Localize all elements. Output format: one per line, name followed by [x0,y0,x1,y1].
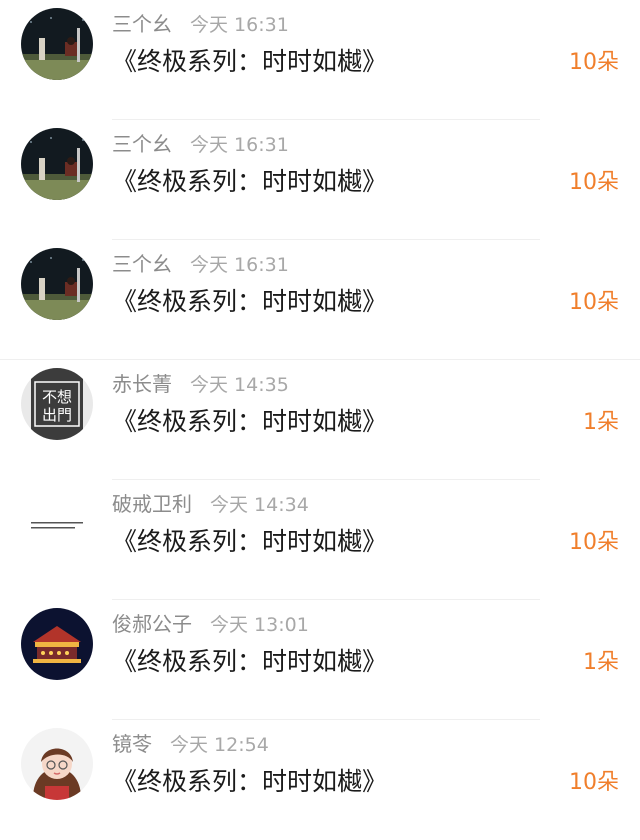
gift-count: 10朵 [569,770,619,795]
message-text: 《终极系列：时时如樾》 [112,407,388,436]
tiny-text-avatar-icon [21,488,93,560]
row-meta: 三个幺 今天 16:31 [112,248,289,280]
gift-count: 10朵 [569,290,619,315]
row-meta: 镜苓 今天 12:54 [112,728,269,760]
list-item[interactable]: 三个幺 今天 16:31 《终极系列：时时如樾》 10朵 [0,240,640,360]
avatar[interactable] [21,728,93,800]
night-field-scene-icon [21,128,93,200]
avatar[interactable]: 不想 出門 [21,368,93,440]
avatar[interactable] [21,248,93,320]
avatar[interactable] [21,488,93,560]
message-text: 《终极系列：时时如樾》 [112,527,388,556]
list-item[interactable]: 三个幺 今天 16:31 《终极系列：时时如樾》 10朵 [0,120,640,240]
avatar-text-line-1: 不想 [42,388,72,406]
user-name[interactable]: 三个幺 [112,132,172,156]
user-name[interactable]: 镜苓 [112,732,152,756]
user-name[interactable]: 三个幺 [112,12,172,36]
message-text: 《终极系列：时时如樾》 [112,167,388,196]
timestamp: 今天 12:54 [170,734,269,756]
timestamp: 今天 16:31 [190,254,289,276]
user-name[interactable]: 俊郝公子 [112,612,192,636]
list-item[interactable]: 三个幺 今天 16:31 《终极系列：时时如樾》 10朵 [0,0,640,120]
avatar[interactable] [21,8,93,80]
row-meta: 赤长菁 今天 14:35 [112,368,289,400]
user-name[interactable]: 破戒卫利 [112,492,192,516]
calligraphy-avatar-icon: 不想 出門 [21,368,93,440]
row-meta: 三个幺 今天 16:31 [112,8,289,40]
gift-count: 1朵 [583,410,619,435]
gift-record-list: 三个幺 今天 16:31 《终极系列：时时如樾》 10朵 三个幺 今天 16:31 [0,0,640,821]
user-name[interactable]: 赤长菁 [112,372,172,396]
list-item[interactable]: 镜苓 今天 12:54 《终极系列：时时如樾》 10朵 [0,720,640,840]
girl-portrait-avatar-icon [21,728,93,800]
list-item[interactable]: 不想 出門 赤长菁 今天 14:35 《终极系列：时时如樾》 1朵 [0,360,640,480]
row-meta: 三个幺 今天 16:31 [112,128,289,160]
message-text: 《终极系列：时时如樾》 [112,647,388,676]
gift-count: 10朵 [569,170,619,195]
user-name[interactable]: 三个幺 [112,252,172,276]
message-text: 《终极系列：时时如樾》 [112,287,388,316]
timestamp: 今天 14:35 [190,374,289,396]
list-item[interactable]: 俊郝公子 今天 13:01 《终极系列：时时如樾》 1朵 [0,600,640,720]
carousel-avatar-icon [21,608,93,680]
list-item[interactable]: 破戒卫利 今天 14:34 《终极系列：时时如樾》 10朵 [0,480,640,600]
night-field-scene-icon [21,8,93,80]
timestamp: 今天 16:31 [190,14,289,36]
message-text: 《终极系列：时时如樾》 [112,47,388,76]
row-meta: 破戒卫利 今天 14:34 [112,488,309,520]
timestamp: 今天 13:01 [210,614,309,636]
message-text: 《终极系列：时时如樾》 [112,767,388,796]
avatar[interactable] [21,128,93,200]
row-meta: 俊郝公子 今天 13:01 [112,608,309,640]
gift-count: 10朵 [569,530,619,555]
gift-count: 1朵 [583,650,619,675]
night-field-scene-icon [21,248,93,320]
timestamp: 今天 14:34 [210,494,309,516]
gift-count: 10朵 [569,50,619,75]
avatar[interactable] [21,608,93,680]
timestamp: 今天 16:31 [190,134,289,156]
avatar-text-line-2: 出門 [42,406,72,424]
